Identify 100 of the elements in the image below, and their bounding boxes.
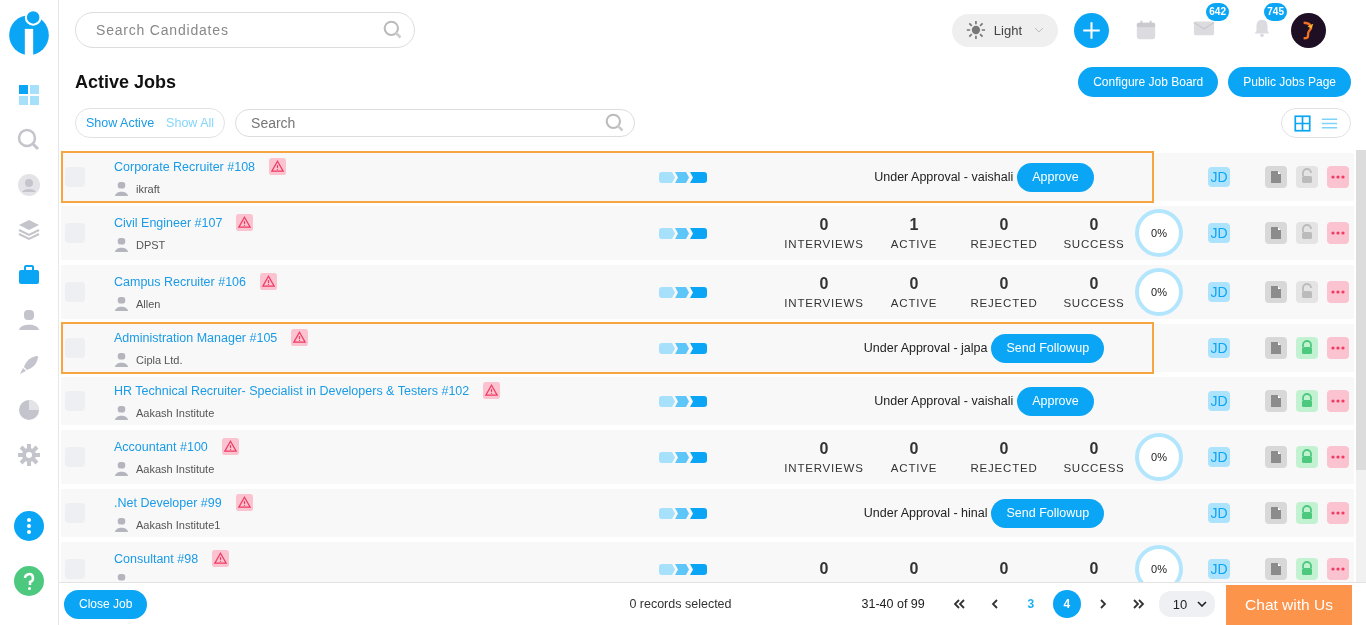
lock-icon[interactable] (1296, 390, 1318, 412)
header-button[interactable]: Configure Job Board (1078, 67, 1219, 97)
company-name: ikraft (136, 182, 160, 195)
settings-icon[interactable] (17, 443, 41, 467)
pipeline-icon (659, 395, 707, 407)
job-title-link[interactable]: Consultant #98 (114, 551, 199, 566)
more-icon[interactable] (1327, 222, 1349, 244)
job-title-link[interactable]: Accountant #100 (114, 439, 208, 454)
scrollbar[interactable] (1356, 150, 1366, 582)
close-job-button[interactable]: Close Job (64, 589, 148, 619)
unlock-icon[interactable] (1296, 222, 1318, 244)
job-row[interactable]: .Net Developer #99 Aakash Institute1 Under Approval - hinal Send Followup JD (61, 489, 1354, 537)
job-title-link[interactable]: .Net Developer #99 (114, 495, 222, 510)
page-title: Active Jobs (75, 71, 177, 93)
approval-action-button[interactable]: Approve (1017, 386, 1094, 416)
stat-label: REJECTED (970, 462, 1038, 474)
job-row[interactable]: Consultant #98 0 0 0 0 0% JD (61, 542, 1354, 582)
document-icon[interactable] (1265, 390, 1287, 412)
document-icon[interactable] (1265, 281, 1287, 303)
more-icon[interactable] (1327, 446, 1349, 468)
avatar-icon[interactable] (1291, 12, 1326, 48)
unlock-icon[interactable] (1296, 281, 1318, 303)
profile-icon[interactable] (17, 173, 41, 197)
chat-button[interactable]: Chat with Us (1226, 585, 1352, 625)
first-page-icon[interactable] (951, 597, 966, 611)
job-title-link[interactable]: Administration Manager #105 (114, 330, 278, 345)
more-icon[interactable] (1327, 281, 1349, 303)
help-icon[interactable] (14, 566, 44, 596)
lock-icon[interactable] (1296, 558, 1318, 580)
more-icon[interactable] (1327, 166, 1349, 188)
jd-badge[interactable]: JD (1208, 338, 1230, 358)
lock-icon[interactable] (1296, 446, 1318, 468)
person-icon (114, 296, 129, 311)
header-button[interactable]: Public Jobs Page (1228, 67, 1351, 97)
add-icon[interactable] (1074, 12, 1109, 48)
job-row[interactable]: Administration Manager #105 Cipla Ltd. Under Approval - jalpa Send Followup JD (61, 324, 1354, 372)
layers-icon[interactable] (17, 218, 41, 242)
stat-label: INTERVIEWS (784, 238, 864, 250)
page-button[interactable]: 4 (1052, 590, 1081, 618)
stat-value: 0 (819, 560, 829, 578)
rocket-icon[interactable] (17, 353, 41, 377)
approval-status: Under Approval - hinal (863, 506, 988, 520)
document-icon[interactable] (1265, 222, 1287, 244)
unlock-icon[interactable] (1296, 166, 1318, 188)
chevron-down-icon (1197, 601, 1208, 607)
stat-value: 0 (1089, 216, 1099, 234)
more-icon[interactable] (1327, 558, 1349, 580)
dashboard-icon[interactable] (17, 83, 41, 107)
document-icon[interactable] (1265, 337, 1287, 359)
approval-action-button[interactable]: Send Followup (991, 333, 1105, 363)
filter-tab[interactable]: Show Active (81, 116, 160, 130)
job-row[interactable]: Corporate Recruiter #108 ikraft Under Approval - vaishali Approve JD (61, 153, 1354, 201)
lock-icon[interactable] (1296, 502, 1318, 524)
job-search-field[interactable]: Search (235, 109, 636, 137)
more-icon[interactable] (1327, 390, 1349, 412)
document-icon[interactable] (1265, 446, 1287, 468)
grid-view-icon[interactable] (1294, 114, 1311, 132)
person-icon (114, 237, 129, 252)
more-icon[interactable] (1327, 502, 1349, 524)
job-row[interactable]: Accountant #100 Aakash Institute 0 INTERVIEWS 0 ACTIVE 0 REJECTED 0 SUCCESS 0% JD (61, 430, 1354, 484)
jd-badge[interactable]: JD (1208, 223, 1230, 243)
job-title-link[interactable]: HR Technical Recruiter- Specialist in Developers & Testers #102 (114, 383, 470, 398)
search-icon[interactable] (17, 128, 41, 152)
jd-badge[interactable]: JD (1208, 282, 1230, 302)
progress-ring: 0% (1135, 433, 1183, 481)
stat-value: 0 (819, 440, 829, 458)
pipeline-icon (659, 563, 707, 575)
theme-dropdown[interactable]: Light (952, 13, 1058, 47)
jd-badge[interactable]: JD (1208, 503, 1230, 523)
job-title-link[interactable]: Civil Engineer #107 (114, 215, 223, 230)
last-page-icon[interactable] (1131, 597, 1146, 611)
user-icon[interactable] (17, 308, 41, 332)
stat-label: ACTIVE (890, 238, 938, 250)
jd-badge[interactable]: JD (1208, 167, 1230, 187)
more-options-icon[interactable] (14, 511, 44, 541)
job-title-link[interactable]: Corporate Recruiter #108 (114, 159, 256, 174)
briefcase-icon[interactable] (17, 263, 41, 287)
page-range: 31-40 of 99 (861, 597, 925, 611)
document-icon[interactable] (1265, 502, 1287, 524)
job-title-link[interactable]: Campus Recruiter #106 (114, 274, 246, 289)
filter-tab[interactable]: Show All (161, 116, 220, 130)
page-size-select[interactable]: 10 (1158, 591, 1216, 617)
job-row[interactable]: Campus Recruiter #106 Allen 0 INTERVIEWS 0 ACTIVE 0 REJECTED 0 SUCCESS 0% JD (61, 265, 1354, 319)
approval-action-button[interactable]: Send Followup (991, 498, 1105, 528)
calendar-icon[interactable] (1135, 19, 1157, 41)
pie-chart-icon[interactable] (17, 398, 41, 422)
person-icon (114, 517, 129, 532)
lock-icon[interactable] (1296, 337, 1318, 359)
document-icon[interactable] (1265, 558, 1287, 580)
job-row[interactable]: Civil Engineer #107 DPST 0 INTERVIEWS 1 ACTIVE 0 REJECTED 0 SUCCESS 0% JD (61, 206, 1354, 260)
page-button[interactable]: 3 (1016, 590, 1045, 618)
jd-badge[interactable]: JD (1208, 447, 1230, 467)
approval-action-button[interactable]: Approve (1017, 162, 1094, 192)
more-icon[interactable] (1327, 337, 1349, 359)
document-icon[interactable] (1265, 166, 1287, 188)
job-row[interactable]: HR Technical Recruiter- Specialist in Developers & Testers #102 Aakash Institute Under Approval - vaishali Approve JD (61, 377, 1354, 425)
candidate-search-field[interactable]: Search Candidates (75, 12, 415, 48)
jd-badge[interactable]: JD (1208, 559, 1230, 579)
jd-badge[interactable]: JD (1208, 391, 1230, 411)
warning-icon (291, 329, 309, 346)
